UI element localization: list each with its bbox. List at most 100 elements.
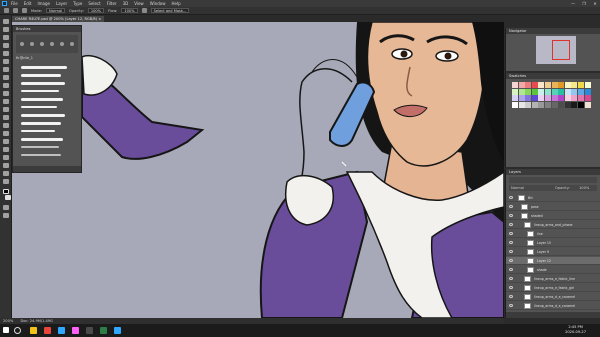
opacity-field[interactable]: 100%	[87, 8, 105, 13]
visibility-eye-icon[interactable]	[509, 277, 513, 280]
brush-preset-2[interactable]	[30, 42, 34, 46]
mode-dropdown[interactable]: Normal	[46, 8, 66, 13]
search-icon[interactable]	[14, 327, 21, 334]
screen-mode-icon[interactable]	[3, 213, 9, 218]
layer-row[interactable]: line	[506, 230, 600, 238]
visibility-eye-icon[interactable]	[509, 259, 513, 262]
select-and-mask-button[interactable]: Select and Mask...	[150, 8, 190, 13]
color-swatch[interactable]	[551, 82, 558, 88]
pen-tool-icon[interactable]	[3, 139, 9, 144]
brushes-panel-title[interactable]: Brushes	[13, 26, 81, 32]
color-swatch[interactable]	[518, 95, 525, 102]
brush-stroke-preview[interactable]	[21, 146, 59, 148]
brush-tool-icon[interactable]	[3, 83, 9, 88]
system-clock[interactable]: 2:45 PM 2020-09-27	[565, 325, 586, 335]
app-taskbar-icon[interactable]	[114, 327, 121, 334]
close-button[interactable]: ✕	[590, 0, 600, 7]
zoom-level[interactable]: 200%	[3, 319, 13, 323]
brush-group-name[interactable]: Kr@nte_1	[16, 56, 33, 60]
color-swatch[interactable]	[558, 88, 565, 95]
photoshop-logo-icon[interactable]	[2, 1, 7, 6]
color-swatch[interactable]	[551, 88, 558, 95]
document-canvas[interactable]	[12, 22, 504, 318]
maximize-button[interactable]: ❐	[579, 0, 589, 7]
color-swatch[interactable]	[564, 101, 571, 108]
visibility-eye-icon[interactable]	[509, 268, 513, 271]
crop-tool-icon[interactable]	[3, 51, 9, 56]
brush-preset-5[interactable]	[60, 42, 64, 46]
color-swatch[interactable]	[538, 101, 545, 108]
eyedropper-tool-icon[interactable]	[3, 67, 9, 72]
color-swatch[interactable]	[512, 101, 518, 108]
menu-edit[interactable]: Edit	[24, 0, 32, 7]
color-swatch[interactable]	[578, 95, 584, 102]
color-swatch[interactable]	[518, 101, 525, 108]
color-swatch[interactable]	[578, 101, 584, 108]
move-tool-icon[interactable]	[3, 19, 9, 24]
color-swatch[interactable]	[551, 95, 558, 102]
app-taskbar-icon[interactable]	[100, 327, 107, 334]
layer-row[interactable]: Layer 9	[506, 248, 600, 256]
color-swatch[interactable]	[551, 101, 558, 108]
dodge-tool-icon[interactable]	[3, 131, 9, 136]
color-swatch[interactable]	[512, 95, 518, 102]
quick-select-tool-icon[interactable]	[3, 43, 9, 48]
color-swatch[interactable]	[512, 82, 518, 88]
color-swatch[interactable]	[558, 101, 565, 108]
visibility-eye-icon[interactable]	[509, 214, 513, 217]
layer-row[interactable]: lineup_arms_d_e_caramel	[506, 302, 600, 310]
brush-stroke-preview[interactable]	[21, 74, 61, 77]
color-swatch[interactable]	[564, 82, 571, 88]
brush-stroke-preview[interactable]	[21, 130, 55, 132]
color-swatch[interactable]	[545, 95, 551, 102]
healing-brush-tool-icon[interactable]	[3, 75, 9, 80]
menu-window[interactable]: Window	[150, 0, 166, 7]
brush-stroke-preview[interactable]	[21, 114, 65, 117]
brush-tool-preset-icon[interactable]	[13, 8, 18, 13]
layer-row[interactable]: lineup_arms_e_fabric_girl	[506, 284, 600, 292]
brush-size-icon[interactable]	[22, 8, 27, 13]
clone-stamp-tool-icon[interactable]	[3, 91, 9, 96]
swatches-panel-title[interactable]: Swatches	[506, 73, 600, 79]
photoshop-taskbar-icon[interactable]	[58, 327, 65, 334]
frame-tool-icon[interactable]	[3, 59, 9, 64]
color-swatch[interactable]	[571, 95, 578, 102]
color-swatch[interactable]	[584, 82, 591, 88]
navigator-view-box[interactable]	[552, 40, 570, 60]
menu-view[interactable]: View	[134, 0, 144, 7]
color-swatch[interactable]	[525, 82, 532, 88]
color-swatch[interactable]	[545, 88, 551, 95]
windows-start-icon[interactable]	[3, 327, 9, 333]
brush-stroke-preview[interactable]	[21, 66, 67, 69]
visibility-eye-icon[interactable]	[509, 241, 513, 244]
color-swatch[interactable]	[512, 88, 518, 95]
color-swatch[interactable]	[518, 82, 525, 88]
color-swatch[interactable]	[538, 82, 545, 88]
color-swatch[interactable]	[558, 82, 565, 88]
quick-mask-icon[interactable]	[3, 205, 9, 210]
flow-field[interactable]: 100%	[121, 8, 138, 13]
menu-image[interactable]: Image	[37, 0, 50, 7]
history-brush-tool-icon[interactable]	[3, 99, 9, 104]
color-swatch[interactable]	[571, 82, 578, 88]
color-swatch[interactable]	[564, 88, 571, 95]
layer-row[interactable]: lineup_arms_and_phone	[506, 221, 600, 229]
color-swatch[interactable]	[545, 101, 551, 108]
file-explorer-icon[interactable]	[30, 327, 37, 334]
color-swatch[interactable]	[525, 88, 532, 95]
menu-help[interactable]: Help	[171, 0, 180, 7]
color-swatch[interactable]	[584, 101, 591, 108]
color-swatch[interactable]	[531, 82, 538, 88]
color-swatch[interactable]	[578, 88, 584, 95]
visibility-eye-icon[interactable]	[509, 304, 513, 307]
menu-select[interactable]: Select	[88, 0, 100, 7]
color-swatch[interactable]	[525, 95, 532, 102]
color-swatch[interactable]	[518, 88, 525, 95]
color-swatch[interactable]	[538, 95, 545, 102]
blend-mode-dropdown[interactable]: Normal	[511, 185, 524, 191]
layer-filter-bar[interactable]	[509, 177, 597, 183]
visibility-eye-icon[interactable]	[509, 250, 513, 253]
layer-row[interactable]: Layer 15	[506, 239, 600, 247]
color-swatch[interactable]	[538, 88, 545, 95]
layer-row[interactable]: lineup_arms_d_e_caramel	[506, 293, 600, 301]
